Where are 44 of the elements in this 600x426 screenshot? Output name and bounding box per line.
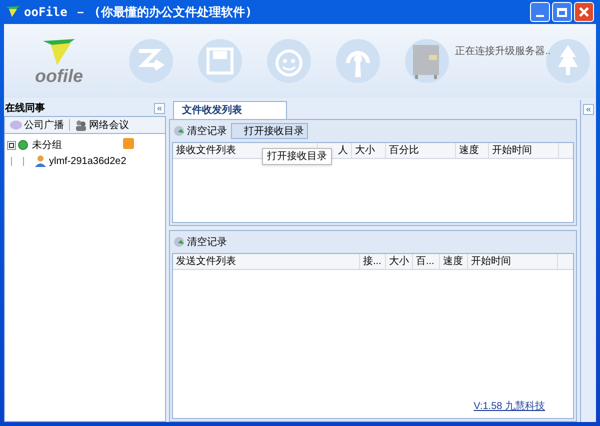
logo: oofile xyxy=(24,37,94,85)
toolbar-button[interactable]: 清空记录 xyxy=(172,234,229,250)
toolbar-button[interactable]: 清空记录 xyxy=(172,123,229,139)
antenna-icon[interactable] xyxy=(336,39,380,83)
column-header[interactable]: 大小 xyxy=(352,143,386,158)
sidebar-title: 在线同事 xyxy=(5,102,45,116)
clear-icon xyxy=(174,126,185,136)
collapse-button[interactable]: « xyxy=(154,102,165,114)
maximize-button[interactable] xyxy=(552,2,572,22)
safe-icon[interactable] xyxy=(405,39,449,83)
group-label[interactable]: 未分组 xyxy=(32,138,62,152)
smiley-icon[interactable] xyxy=(267,39,311,83)
rss-icon[interactable] xyxy=(123,138,134,149)
clear-icon xyxy=(174,236,185,248)
minimize-button[interactable] xyxy=(530,2,550,22)
close-button[interactable] xyxy=(574,2,594,22)
tree-icon[interactable] xyxy=(546,39,590,83)
toolbar-button[interactable]: 打开接收目录 xyxy=(231,123,308,139)
sidebar-tab[interactable]: 网络会议 xyxy=(74,118,130,132)
floppy-icon[interactable] xyxy=(198,39,242,83)
close-icon xyxy=(579,7,589,17)
column-header[interactable]: 开始时间 xyxy=(468,254,558,269)
column-header[interactable]: 速度 xyxy=(440,254,468,269)
sidebar-tab[interactable]: 公司广播 xyxy=(9,118,65,132)
chat-bubble-icon xyxy=(10,120,22,130)
column-header[interactable]: 发送文件列表 xyxy=(173,254,360,269)
column-header[interactable]: 接... xyxy=(360,254,386,269)
column-header[interactable]: 速度 xyxy=(456,143,489,158)
contact-name[interactable]: ylmf-291a36d2e2 xyxy=(49,154,126,168)
tooltip: 打开接收目录 xyxy=(262,148,332,165)
version-text: V:1.58 九慧科技 xyxy=(474,400,545,414)
column-header[interactable]: 开始时间 xyxy=(489,143,559,158)
column-header[interactable]: 百... xyxy=(413,254,440,269)
app-icon xyxy=(6,6,20,18)
collapse-button[interactable]: « xyxy=(583,104,594,115)
status-text: 正在连接升级服务器.. xyxy=(455,44,551,59)
status-icon xyxy=(18,140,28,150)
window-title: ooFile － (你最懂的办公文件处理软件) xyxy=(24,4,252,21)
tab[interactable]: 文件收发列表 xyxy=(173,101,287,119)
user-icon xyxy=(35,155,46,167)
column-header[interactable]: 大小 xyxy=(386,254,413,269)
column-header[interactable]: 百分比 xyxy=(386,143,456,158)
people-icon xyxy=(75,120,87,130)
expander-icon[interactable] xyxy=(7,140,16,150)
